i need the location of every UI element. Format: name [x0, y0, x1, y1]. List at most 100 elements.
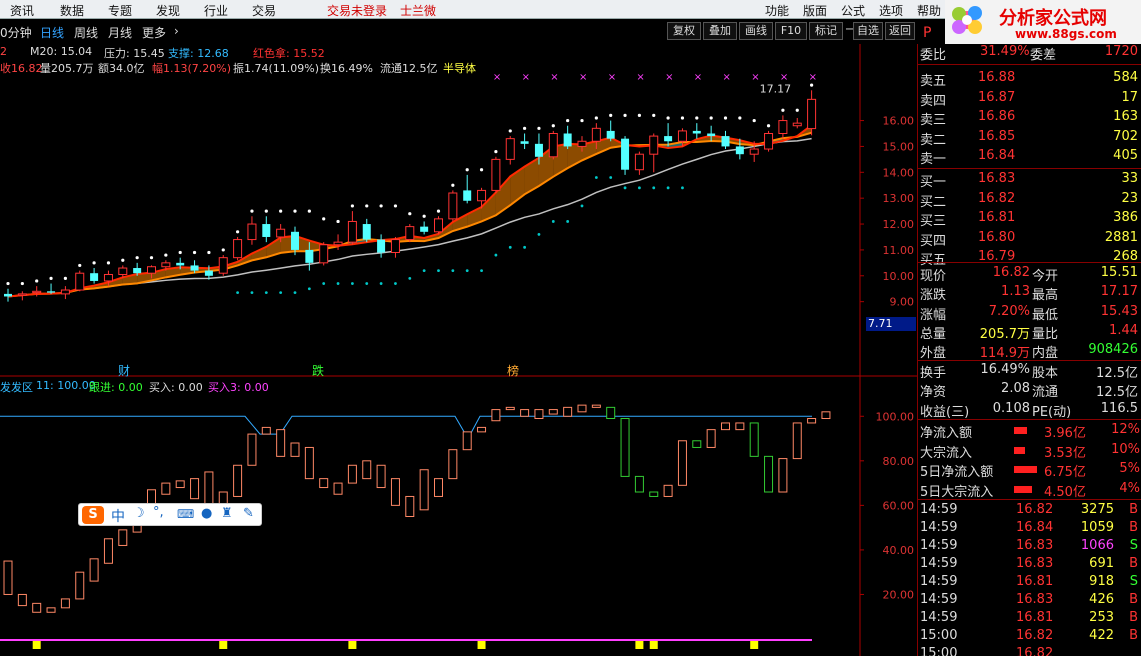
resistance-dot: [551, 124, 555, 128]
indicator-bar: [591, 404, 601, 408]
punctuation-icon[interactable]: °,: [153, 505, 164, 520]
divider: [918, 262, 1141, 263]
finance-marker[interactable]: 财: [118, 362, 130, 379]
candle-body: [520, 141, 529, 144]
support-dot: [638, 186, 641, 190]
resistance-dot: [695, 116, 699, 120]
ask-price: 16.87: [978, 89, 1016, 105]
flow-percent: 5%: [1119, 461, 1140, 476]
indicator-bar: [319, 478, 329, 489]
half-width-icon[interactable]: ☽: [133, 506, 145, 521]
tick-row: 15:00 16.82 422 B: [918, 627, 1141, 646]
tick-time: 15:00: [920, 628, 958, 643]
menu-trade[interactable]: 交易: [252, 2, 276, 19]
fundamental-value: 116.5: [1100, 400, 1138, 416]
support-dot: [279, 291, 283, 294]
restore-button[interactable]: 复权: [667, 22, 701, 40]
flow-label: 净流入额: [920, 426, 973, 441]
support-dot: [537, 232, 541, 236]
resistance-dot: [666, 116, 670, 120]
bid-price: 16.82: [978, 190, 1016, 206]
wrench-icon[interactable]: ✎: [243, 506, 254, 521]
menu-news[interactable]: 资讯: [10, 2, 34, 19]
sub-ytick-label: 60.00: [883, 499, 915, 512]
sogou-logo-icon[interactable]: S: [82, 506, 104, 524]
user-icon[interactable]: ●: [201, 506, 212, 521]
candle-body: [75, 272, 85, 291]
tab-day[interactable]: 日线: [40, 24, 64, 41]
panel-tab-p[interactable]: P: [923, 25, 931, 41]
tick-side: S: [1129, 538, 1138, 553]
ask-volume: 163: [1113, 109, 1138, 124]
tick-price: 16.83: [1016, 538, 1054, 553]
ime-toolbar[interactable]: S 中 ☽ °, ⌨ ● ♜ ✎: [78, 503, 262, 526]
menu-topics[interactable]: 专题: [108, 2, 132, 19]
menu-help[interactable]: 帮助: [917, 2, 941, 19]
candle-body: [103, 273, 113, 282]
chinese-mode-icon[interactable]: 中: [111, 506, 125, 526]
ask-level-label: 卖一: [920, 152, 947, 167]
menu-layout[interactable]: 版面: [803, 2, 827, 19]
candle-body: [276, 228, 286, 238]
menu-data[interactable]: 数据: [60, 2, 84, 19]
fundamental-value: 12.5亿: [1096, 385, 1138, 401]
flow-bar: [1014, 446, 1025, 454]
rank-marker[interactable]: 榜: [507, 362, 519, 379]
tab-week[interactable]: 周线: [74, 24, 98, 41]
bid-volume: 33: [1121, 171, 1138, 186]
menu-discover[interactable]: 发现: [156, 2, 180, 19]
candle-body: [721, 136, 730, 147]
candle-body: [60, 289, 70, 295]
resistance-dot: [279, 209, 283, 213]
indicator-title[interactable]: 发发区: [0, 379, 33, 395]
support-dot: [666, 186, 670, 190]
mark-button[interactable]: 标记: [809, 22, 843, 40]
support-dot: [451, 269, 455, 273]
menu-formula[interactable]: 公式: [841, 2, 865, 19]
tab-month[interactable]: 月线: [108, 24, 132, 41]
ask-level-label: 卖二: [920, 132, 947, 148]
tick-volume: 1059: [1080, 520, 1114, 535]
indicator-bar: [735, 422, 745, 431]
skin-icon[interactable]: ♜: [221, 506, 233, 521]
tab-minute[interactable]: 0分钟: [0, 24, 32, 41]
kline-chart[interactable]: 16.00 15.00 14.00 13.00 12.00 11.00 10.00 9.00 ×…: [0, 44, 917, 656]
menu-options[interactable]: 选项: [879, 2, 903, 19]
draw-line-button[interactable]: 画线: [739, 22, 773, 40]
buy-signal-square: [219, 641, 228, 649]
ask-row: 卖四 16.87 17: [918, 89, 1141, 109]
overlay-button[interactable]: 叠加: [703, 22, 737, 40]
resistance-dot: [221, 248, 225, 252]
bid-level-label: 买二: [920, 194, 947, 210]
drop-marker[interactable]: 跌: [312, 362, 324, 379]
tab-more[interactable]: 更多: [142, 24, 166, 41]
keyboard-icon[interactable]: ⌨: [177, 507, 194, 521]
resistance-dot: [207, 250, 211, 255]
f10-button[interactable]: F10: [775, 22, 807, 40]
candle-body: [190, 265, 199, 271]
resistance-dot: [479, 168, 484, 172]
trade-login-status[interactable]: 交易未登录: [327, 2, 387, 19]
sub-ytick-label: 100.00: [876, 410, 915, 423]
stat-value: 114.9万: [979, 346, 1030, 362]
event-marker-row: 财 跌 榜: [0, 362, 860, 379]
back-button[interactable]: 返回: [885, 22, 915, 40]
candle-body: [161, 262, 171, 268]
bid-row: 买三 16.81 386: [918, 209, 1141, 229]
indicator-bar: [462, 431, 472, 451]
menu-industry[interactable]: 行业: [204, 2, 228, 19]
support-dot: [336, 282, 340, 285]
support-dot: [551, 220, 555, 223]
candle-body: [621, 138, 630, 170]
resistance-dot: [35, 279, 39, 283]
indicator-bar: [563, 406, 573, 417]
chevron-right-icon[interactable]: ›: [174, 24, 179, 38]
indicator-bar: [233, 464, 243, 497]
indicator-bar: [347, 464, 357, 484]
ask-level-label: 卖三: [920, 113, 947, 128]
ask-row: 卖五 16.88 584: [918, 69, 1141, 89]
menu-function[interactable]: 功能: [765, 2, 789, 19]
watchlist-button[interactable]: 自选: [853, 22, 883, 40]
resistance-dot: [121, 258, 125, 262]
max-price-label: 17.17: [760, 82, 792, 95]
